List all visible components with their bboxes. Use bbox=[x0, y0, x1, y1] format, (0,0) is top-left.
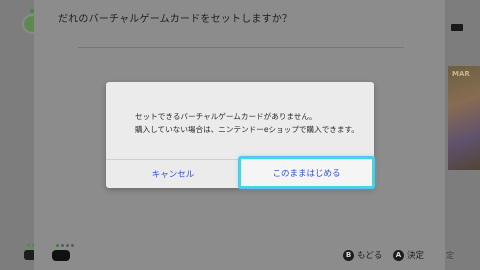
a-button-icon: A bbox=[393, 249, 404, 261]
dialog-message-line: 購入していない場合は、ニンテンドーeショップで購入できます。 bbox=[135, 125, 359, 134]
continue-button[interactable]: このままはじめる bbox=[239, 157, 374, 188]
dialog-message: セットできるバーチャルゲームカードがありません。 購入していない場合は、ニンテン… bbox=[135, 110, 365, 136]
battery-icon bbox=[451, 24, 463, 31]
controller-player-leds bbox=[56, 244, 74, 247]
cancel-button[interactable]: キャンセル bbox=[106, 160, 240, 188]
no-card-dialog: セットできるバーチャルゲームカードがありません。 購入していない場合は、ニンテン… bbox=[106, 82, 374, 188]
game-tile-title: MAR bbox=[452, 70, 470, 78]
title-divider bbox=[78, 47, 404, 48]
bg-hint-label: 定 bbox=[446, 251, 454, 260]
ok-label: 決定 bbox=[407, 251, 425, 261]
back-label: もどる bbox=[357, 251, 383, 261]
b-button-icon: B bbox=[343, 249, 354, 261]
ok-hint[interactable]: A 決定 bbox=[393, 249, 424, 261]
page-title: だれのバーチャルゲームカードをセットしますか？ bbox=[58, 14, 293, 25]
dialog-message-line: セットできるバーチャルゲームカードがありません。 bbox=[135, 112, 317, 121]
controller-icon bbox=[52, 250, 70, 261]
back-hint[interactable]: B もどる bbox=[343, 249, 382, 261]
game-tile: MAR bbox=[448, 66, 480, 170]
